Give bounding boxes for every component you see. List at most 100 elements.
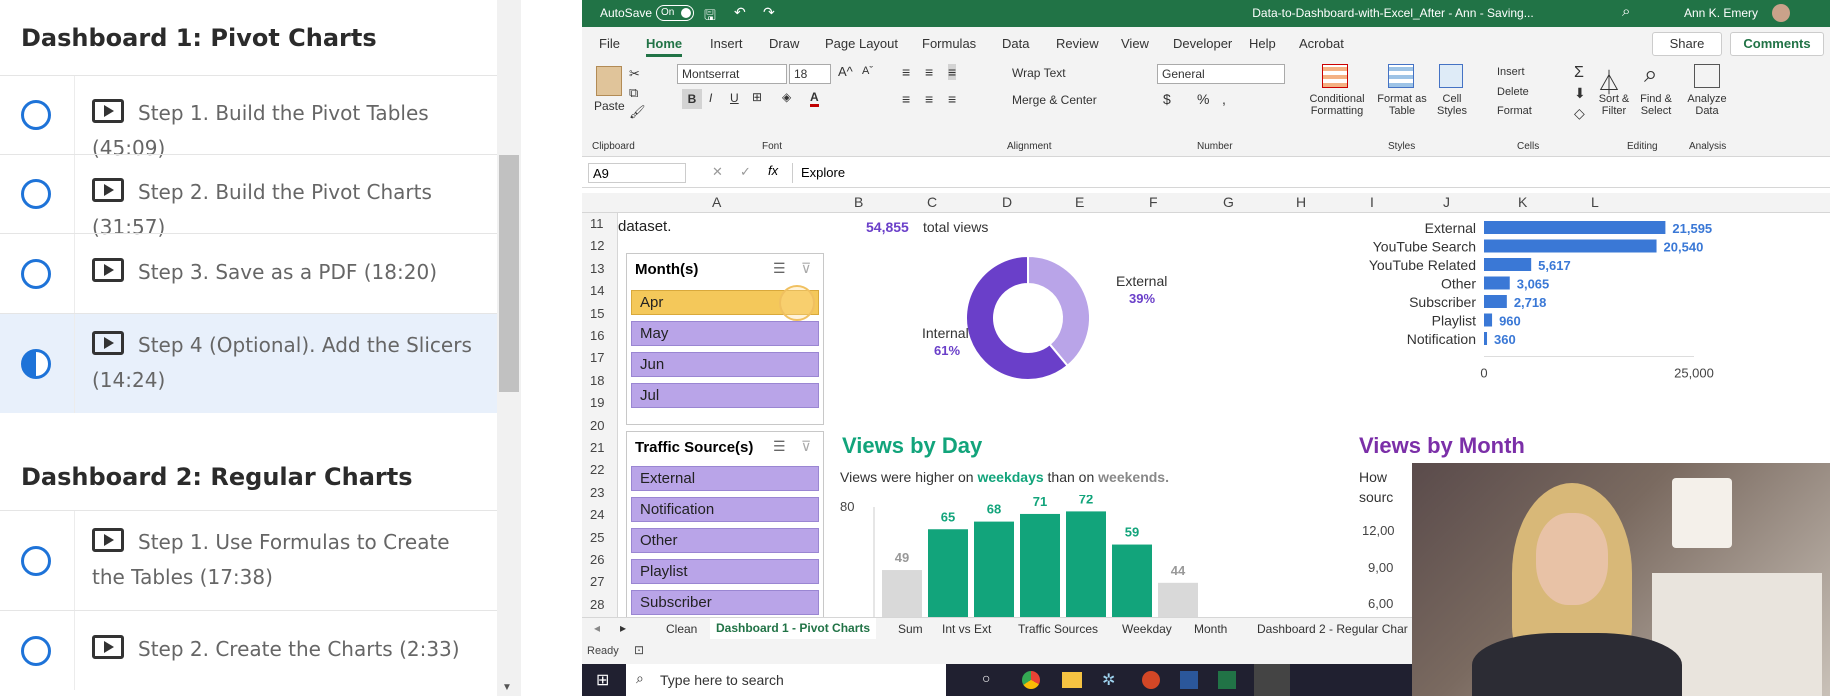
formula-input[interactable]: Explore (792, 163, 1824, 183)
align-center-icon[interactable]: ≡ (925, 91, 933, 107)
clear-filter-icon[interactable]: ⊽ (801, 438, 811, 455)
row-header-16[interactable]: 16 (590, 328, 604, 343)
align-top-icon[interactable]: ≡ (902, 64, 910, 80)
format-as-table-button[interactable]: Format as Table (1375, 93, 1429, 117)
search-icon[interactable]: ⌕ (1622, 3, 1630, 20)
slicer-item-subscriber[interactable]: Subscriber (631, 590, 819, 615)
column-header-g[interactable]: G (1223, 194, 1234, 210)
merge-center-button[interactable]: Merge & Center (1012, 93, 1097, 107)
insert-function-icon[interactable]: fx (768, 163, 778, 178)
find-select-button[interactable]: Find & Select (1634, 93, 1678, 117)
lesson-item-2[interactable]: Step 2. Build the Pivot Charts (31:57) (0, 154, 497, 239)
align-left-icon[interactable]: ≡ (902, 91, 910, 107)
analyze-data-icon[interactable] (1694, 64, 1720, 88)
powerpoint-icon[interactable] (1142, 671, 1160, 689)
lesson-item-6[interactable]: Step 2. Create the Charts (2:33) (0, 610, 497, 690)
taskbar-search[interactable]: ⌕ Type here to search (626, 664, 946, 696)
column-header-e[interactable]: E (1075, 194, 1084, 210)
row-header-15[interactable]: 15 (590, 306, 604, 321)
row-header-24[interactable]: 24 (590, 507, 604, 522)
column-header-f[interactable]: F (1149, 194, 1158, 210)
row-header-14[interactable]: 14 (590, 283, 604, 298)
column-header-d[interactable]: D (1002, 194, 1012, 210)
clear-filter-icon[interactable]: ⊽ (801, 260, 811, 277)
tab-review[interactable]: Review (1056, 36, 1099, 51)
sheet-tab-weekday[interactable]: Weekday (1122, 622, 1172, 636)
column-header-b[interactable]: B (854, 194, 863, 210)
row-header-26[interactable]: 26 (590, 552, 604, 567)
save-icon[interactable]: 🖫 (704, 5, 716, 29)
paste-icon[interactable] (596, 66, 622, 96)
task-view-icon[interactable]: ○ (982, 670, 990, 686)
copy-icon[interactable]: ⧉ (629, 85, 638, 101)
month-slicer[interactable]: Month(s) ☰ ⊽ Apr May Jun Jul (626, 253, 824, 425)
format-painter-icon[interactable]: 🖌 (629, 104, 646, 120)
tab-formulas[interactable]: Formulas (922, 36, 976, 51)
donut-chart[interactable] (958, 248, 1098, 388)
lesson-item-1[interactable]: Step 1. Build the Pivot Tables (45:09) (0, 75, 497, 160)
insert-cells-button[interactable]: Insert (1497, 66, 1525, 78)
tab-draw[interactable]: Draw (769, 36, 799, 51)
format-cells-button[interactable]: Format (1497, 105, 1532, 117)
bold-button[interactable]: B (682, 89, 702, 109)
scroll-down-arrow-icon[interactable]: ▼ (502, 682, 512, 693)
comma-icon[interactable]: , (1222, 91, 1226, 107)
enter-icon[interactable]: ✓ (740, 164, 751, 180)
conditional-formatting-icon[interactable] (1322, 64, 1348, 88)
row-header-18[interactable]: 18 (590, 373, 604, 388)
find-select-icon[interactable]: ⌕ (1644, 61, 1657, 89)
views-by-day-chart[interactable]: 80 49 65 68 71 72 59 44 (838, 495, 1218, 617)
autosave-toggle[interactable]: On (656, 5, 694, 21)
column-header-a[interactable]: A (712, 194, 721, 210)
tab-developer[interactable]: Developer (1173, 36, 1232, 51)
borders-icon[interactable]: ⊞ (752, 90, 762, 104)
slicer-item-jun[interactable]: Jun (631, 352, 819, 377)
row-header-22[interactable]: 22 (590, 462, 604, 477)
italic-button[interactable]: I (709, 91, 712, 105)
slicer-item-may[interactable]: May (631, 321, 819, 346)
prev-sheet-icon[interactable]: ◂ (594, 621, 600, 635)
sheet-tab-dashboard-2[interactable]: Dashboard 2 - Regular Char (1257, 622, 1408, 636)
clear-icon[interactable]: ◇ (1574, 105, 1585, 122)
file-explorer-icon[interactable] (1062, 672, 1082, 688)
conditional-formatting-button[interactable]: Conditional Formatting (1302, 93, 1372, 117)
tab-data[interactable]: Data (1002, 36, 1029, 51)
decrease-font-icon[interactable]: Aˇ (862, 65, 873, 77)
slicer-item-notification[interactable]: Notification (631, 497, 819, 522)
tab-acrobat[interactable]: Acrobat (1299, 36, 1344, 51)
excel-icon[interactable] (1218, 671, 1236, 689)
row-header-27[interactable]: 27 (590, 574, 604, 589)
sort-filter-button[interactable]: Sort & Filter (1595, 93, 1633, 117)
slicer-item-playlist[interactable]: Playlist (631, 559, 819, 584)
tab-insert[interactable]: Insert (710, 36, 743, 51)
cell-styles-icon[interactable] (1439, 64, 1463, 88)
tab-file[interactable]: File (599, 36, 620, 51)
paste-button[interactable]: Paste (594, 99, 625, 113)
row-header-19[interactable]: 19 (590, 395, 604, 410)
column-header-j[interactable]: J (1443, 194, 1450, 210)
next-sheet-icon[interactable]: ▸ (620, 621, 626, 635)
font-name-box[interactable]: Montserrat (677, 64, 787, 84)
column-header-i[interactable]: I (1370, 194, 1374, 210)
row-header-23[interactable]: 23 (590, 485, 604, 500)
format-as-table-icon[interactable] (1388, 64, 1414, 88)
fill-color-icon[interactable]: ◈ (782, 90, 791, 104)
sidebar-scroll-thumb[interactable] (499, 155, 519, 392)
lesson-item-5[interactable]: Step 1. Use Formulas to Create the Table… (0, 510, 497, 610)
underline-button[interactable]: U (730, 91, 739, 105)
sheet-tab-month[interactable]: Month (1194, 622, 1227, 636)
name-box[interactable]: A9 (588, 163, 686, 183)
font-color-icon[interactable]: A (810, 90, 819, 107)
row-header-13[interactable]: 13 (590, 261, 604, 276)
app-icon[interactable]: ✲ (1102, 670, 1115, 690)
increase-font-icon[interactable]: A^ (838, 64, 853, 79)
sheet-tab-clean[interactable]: Clean (666, 622, 697, 636)
lesson-item-3[interactable]: Step 3. Save as a PDF (18:20) (0, 233, 497, 313)
multi-select-icon[interactable]: ☰ (773, 438, 786, 455)
undo-icon[interactable]: ↶ (734, 4, 746, 21)
traffic-sources-bar-chart[interactable]: External 21,595 YouTube Search 20,540 YouTub… (1318, 213, 1818, 393)
macro-record-icon[interactable]: ⊡ (634, 643, 644, 657)
align-bottom-icon[interactable]: ≡ (948, 64, 957, 80)
tab-view[interactable]: View (1121, 36, 1149, 51)
comments-button[interactable]: Comments (1730, 32, 1824, 56)
